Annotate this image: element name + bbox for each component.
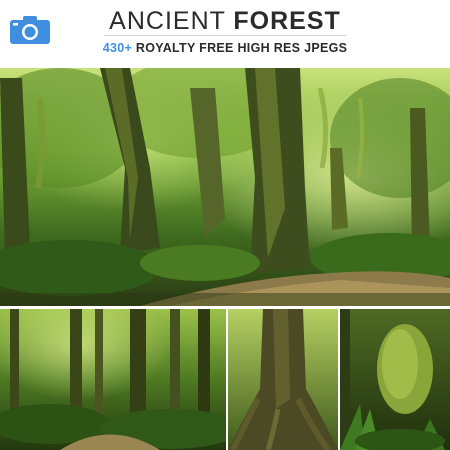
tree-roots-photo xyxy=(228,309,338,450)
main-forest-photo xyxy=(0,68,450,306)
subtitle: 430+ ROYALTY FREE HIGH RES JPEGS xyxy=(0,40,450,56)
subtitle-text: ROYALTY FREE HIGH RES JPEGS xyxy=(132,41,348,55)
mossy-stump-photo xyxy=(340,309,450,450)
title-divider xyxy=(104,35,346,36)
subtitle-count: 430+ xyxy=(102,41,133,55)
title-bold: FOREST xyxy=(233,7,341,35)
title-light: ANCIENT xyxy=(109,7,234,35)
fern-forest-photo xyxy=(0,309,226,450)
page-title: ANCIENT FOREST xyxy=(0,6,450,36)
header: ANCIENT FOREST 430+ ROYALTY FREE HIGH RE… xyxy=(0,0,450,66)
